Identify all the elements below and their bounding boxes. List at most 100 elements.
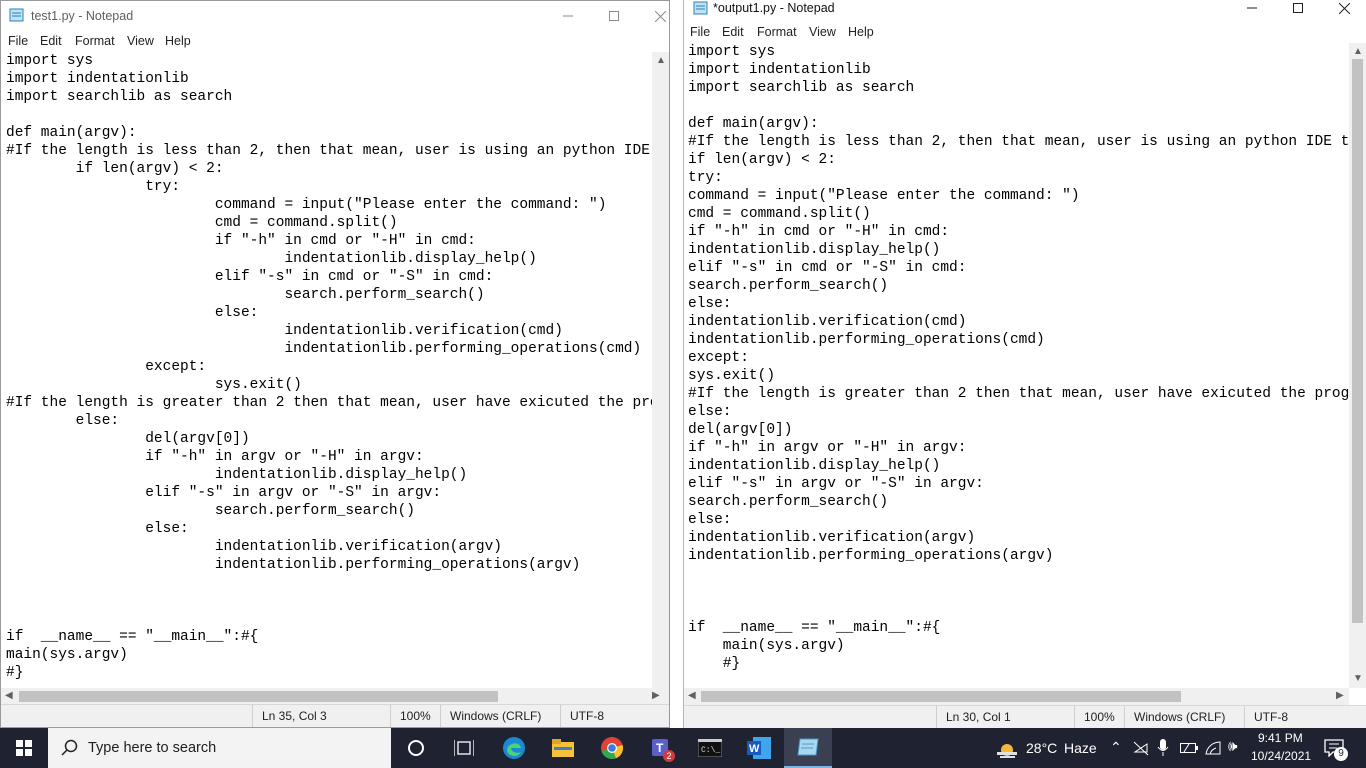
menu-view[interactable]: View bbox=[127, 34, 154, 48]
network-disconnected-icon[interactable] bbox=[1133, 740, 1149, 756]
menu-format[interactable]: Format bbox=[75, 34, 115, 48]
volume-icon[interactable]: 🕪 bbox=[1228, 738, 1237, 755]
notepad-app[interactable] bbox=[784, 728, 832, 768]
code-line: sys.exit() bbox=[6, 377, 302, 393]
horizontal-scroll-thumb[interactable] bbox=[701, 691, 1181, 702]
close-button[interactable] bbox=[637, 1, 683, 31]
scroll-down-arrow-icon[interactable]: ▼ bbox=[1353, 674, 1363, 684]
code-line: del(argv[0]) bbox=[688, 422, 793, 438]
code-line: if "-h" in cmd or "-H" in cmd: bbox=[688, 224, 950, 240]
chrome-browser-icon bbox=[601, 737, 624, 760]
scroll-left-arrow-icon[interactable]: ◀ bbox=[688, 691, 696, 701]
code-line: if __name__ == "__main__":#{ bbox=[6, 629, 259, 645]
file-explorer-app[interactable] bbox=[539, 728, 587, 768]
code-line: if len(argv) < 2: bbox=[688, 152, 836, 168]
menu-file[interactable]: File bbox=[690, 25, 710, 39]
search-icon bbox=[61, 739, 78, 756]
code-line: cmd = command.split() bbox=[6, 215, 398, 231]
line-endings: Windows (CRLF) bbox=[1124, 706, 1225, 728]
menu-view[interactable]: View bbox=[809, 25, 836, 39]
status-bar: Ln 30, Col 1 100% Windows (CRLF) UTF-8 bbox=[684, 705, 1366, 728]
menu-help[interactable]: Help bbox=[848, 25, 874, 39]
horizontal-scroll-thumb[interactable] bbox=[19, 691, 498, 702]
scroll-up-arrow-icon[interactable]: ▲ bbox=[1353, 47, 1363, 57]
vertical-scrollbar[interactable]: ▲ ▼ bbox=[1349, 43, 1366, 688]
task-view-button[interactable] bbox=[440, 728, 488, 768]
encoding: UTF-8 bbox=[560, 705, 604, 727]
notification-badge: 9 bbox=[1334, 747, 1348, 761]
code-line: elif "-s" in cmd or "-S" in cmd: bbox=[6, 269, 494, 285]
notepad-icon bbox=[797, 738, 819, 756]
title-bar[interactable]: test1.py - Notepad bbox=[1, 1, 669, 31]
close-button[interactable] bbox=[1321, 0, 1366, 16]
code-line: if "-h" in cmd or "-H" in cmd: bbox=[6, 233, 476, 249]
code-line: else: bbox=[688, 404, 732, 420]
horizontal-scrollbar[interactable]: ◀ ▶ bbox=[1, 688, 669, 705]
menu-format[interactable]: Format bbox=[757, 25, 797, 39]
teams-badge: 2 bbox=[663, 750, 675, 762]
code-line: del(argv[0]) bbox=[6, 431, 250, 447]
code-line: except: bbox=[688, 350, 749, 366]
menu-file[interactable]: File bbox=[8, 34, 28, 48]
menu-edit[interactable]: Edit bbox=[722, 25, 744, 39]
minimize-button[interactable] bbox=[545, 1, 591, 31]
text-editor[interactable]: import sys import indentationlib import se… bbox=[684, 43, 1349, 688]
clock-date[interactable]: 10/24/2021 bbox=[1251, 749, 1311, 763]
horizontal-scrollbar[interactable]: ◀ ▶ bbox=[684, 688, 1349, 705]
cortana-button[interactable] bbox=[392, 728, 440, 768]
word-app[interactable]: W bbox=[735, 728, 783, 768]
battery-icon[interactable] bbox=[1180, 741, 1198, 755]
start-button[interactable] bbox=[0, 728, 48, 768]
code-line: elif "-s" in argv or "-S" in argv: bbox=[6, 485, 442, 501]
scroll-right-arrow-icon[interactable]: ▶ bbox=[1336, 691, 1344, 701]
weather-condition[interactable]: Haze bbox=[1064, 740, 1097, 756]
menu-edit[interactable]: Edit bbox=[40, 34, 62, 48]
edge-app[interactable] bbox=[490, 728, 538, 768]
code-line: indentationlib.performing_operations(cmd… bbox=[688, 332, 1045, 348]
minimize-button[interactable] bbox=[1229, 0, 1275, 16]
weather-haze-icon bbox=[997, 744, 1017, 758]
chrome-app[interactable] bbox=[588, 728, 636, 768]
notepad-window-output1[interactable]: *output1.py - Notepad File Edit Format V… bbox=[683, 0, 1366, 728]
code-line: search.perform_search() bbox=[6, 503, 415, 519]
terminal-app[interactable]: C:\_ bbox=[686, 728, 734, 768]
zoom-level: 100% bbox=[1074, 706, 1115, 728]
close-icon bbox=[1338, 2, 1350, 14]
code-line: main(sys.argv) bbox=[6, 647, 128, 663]
title-bar[interactable]: *output1.py - Notepad bbox=[684, 0, 1366, 22]
code-line: #If the length is greater than 2 then th… bbox=[688, 386, 1349, 402]
teams-app[interactable]: T 2 bbox=[637, 728, 685, 768]
maximize-button[interactable] bbox=[591, 1, 637, 31]
code-line: indentationlib.display_help() bbox=[6, 467, 468, 483]
scroll-left-arrow-icon[interactable]: ◀ bbox=[5, 691, 13, 701]
taskbar-search-box[interactable]: Type here to search bbox=[48, 728, 391, 768]
clock-time[interactable]: 9:41 PM bbox=[1258, 731, 1303, 745]
code-line: search.perform_search() bbox=[688, 278, 889, 294]
vertical-scroll-thumb[interactable] bbox=[1352, 59, 1363, 623]
encoding: UTF-8 bbox=[1244, 706, 1288, 728]
microphone-icon[interactable] bbox=[1157, 739, 1169, 757]
scroll-up-arrow-icon[interactable]: ▲ bbox=[656, 56, 666, 66]
scroll-right-arrow-icon[interactable]: ▶ bbox=[652, 691, 660, 701]
task-view-icon bbox=[454, 740, 474, 756]
code-line: indentationlib.verification(argv) bbox=[6, 539, 502, 555]
search-placeholder: Type here to search bbox=[88, 740, 217, 756]
notepad-window-test1[interactable]: test1.py - Notepad File Edit Format View… bbox=[0, 0, 670, 728]
wifi-icon[interactable] bbox=[1205, 740, 1221, 756]
code-line: indentationlib.display_help() bbox=[688, 458, 941, 474]
menu-bar: File Edit Format View Help bbox=[684, 22, 1366, 43]
code-line: else: bbox=[6, 413, 120, 429]
maximize-button[interactable] bbox=[1275, 0, 1321, 16]
code-line: if len(argv) < 2: bbox=[6, 161, 224, 177]
weather-temperature[interactable]: 28°C bbox=[1026, 740, 1057, 756]
word-icon: W bbox=[747, 737, 771, 759]
show-hidden-icons-chevron-icon[interactable]: ⌃ bbox=[1110, 739, 1122, 756]
code-line: else: bbox=[688, 512, 732, 528]
code-line: indentationlib.performing_operations(arg… bbox=[6, 557, 581, 573]
notification-center-button[interactable]: 9 bbox=[1320, 728, 1366, 768]
vertical-scrollbar[interactable]: ▲ bbox=[652, 52, 669, 688]
text-editor[interactable]: import sys import indentationlib import se… bbox=[1, 52, 652, 688]
menu-help[interactable]: Help bbox=[165, 34, 191, 48]
code-line: indentationlib.performing_operations(arg… bbox=[688, 548, 1054, 564]
code-line: import sys bbox=[6, 53, 94, 69]
